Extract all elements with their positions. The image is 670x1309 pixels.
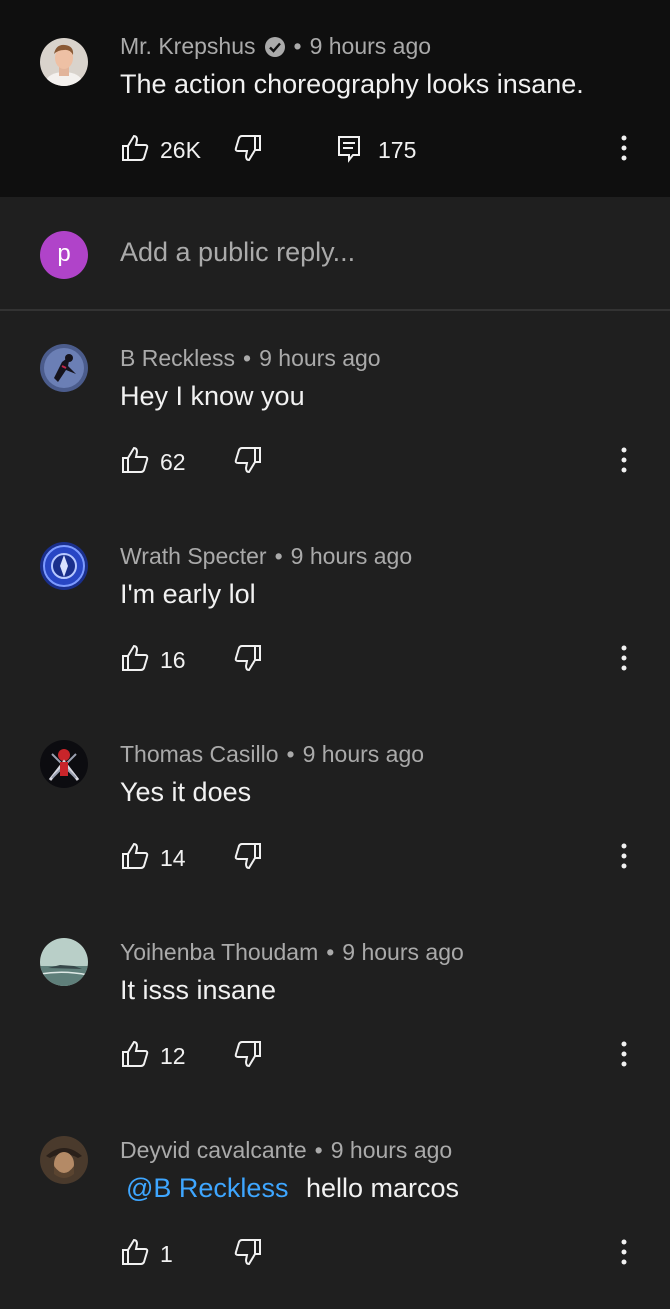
comment-meta: Wrath Specter • 9 hours ago xyxy=(120,543,412,570)
thumbs-down-icon xyxy=(233,133,263,168)
author-avatar[interactable] xyxy=(40,740,88,788)
author-avatar[interactable] xyxy=(40,542,88,590)
reply-input[interactable]: Add a public reply... xyxy=(120,237,355,268)
comment-time: 9 hours ago xyxy=(290,543,413,569)
like-button[interactable]: 12 xyxy=(120,1040,186,1072)
comment-icon xyxy=(334,133,364,168)
author-name[interactable]: Yoihenba Thoudam xyxy=(120,939,318,966)
reply-comment: Deyvid cavalcante • 9 hours ago @B Reckl… xyxy=(0,1103,670,1301)
dislike-button[interactable] xyxy=(233,1040,263,1072)
comment-text-body: hello marcos xyxy=(305,1173,460,1203)
comment-time: 9 hours ago xyxy=(302,741,425,767)
like-count: 14 xyxy=(160,844,186,871)
comment-meta: Mr. Krepshus • 9 hours ago xyxy=(120,33,431,60)
author-name[interactable]: Wrath Specter xyxy=(120,543,267,570)
author-name[interactable]: B Reckless xyxy=(120,345,235,372)
more-options-button[interactable] xyxy=(614,842,634,874)
author-name[interactable]: Deyvid cavalcante xyxy=(120,1137,307,1164)
user-mention-link[interactable]: @B Reckless xyxy=(126,1173,288,1203)
thumbs-down-icon xyxy=(233,643,263,678)
more-vert-icon xyxy=(621,447,627,478)
more-options-button[interactable] xyxy=(614,446,634,478)
author-avatar[interactable] xyxy=(40,938,88,986)
verified-icon xyxy=(264,36,286,58)
comment-actions: 14 xyxy=(120,842,660,874)
thumbs-up-icon xyxy=(120,841,150,876)
like-count: 12 xyxy=(160,1042,186,1069)
reply-comment: Thomas Casillo • 9 hours ago Yes it does… xyxy=(0,707,670,905)
comment-actions: 16 xyxy=(120,644,660,676)
top-comment: Mr. Krepshus • 9 hours ago The action ch… xyxy=(0,0,670,197)
comment-meta: Yoihenba Thoudam • 9 hours ago xyxy=(120,939,464,966)
more-vert-icon xyxy=(621,1041,627,1072)
like-button[interactable]: 14 xyxy=(120,842,186,874)
thumbs-down-icon xyxy=(233,1237,263,1272)
more-vert-icon xyxy=(621,843,627,874)
like-button[interactable]: 62 xyxy=(120,446,186,478)
like-button[interactable]: 26K xyxy=(120,134,201,166)
comment-text: The action choreography looks insane. xyxy=(120,69,584,99)
like-count: 1 xyxy=(160,1240,173,1267)
comment-meta: Deyvid cavalcante • 9 hours ago xyxy=(120,1137,452,1164)
reply-input-bar[interactable]: p Add a public reply... xyxy=(0,197,670,311)
thumbs-up-icon xyxy=(120,1237,150,1272)
more-vert-icon xyxy=(621,1239,627,1270)
comment-time: 9 hours ago xyxy=(330,1137,453,1163)
replies-button[interactable]: 175 xyxy=(334,134,416,166)
comment-actions: 1 xyxy=(120,1238,660,1270)
more-options-button[interactable] xyxy=(614,644,634,676)
author-avatar[interactable] xyxy=(40,38,88,86)
thumbs-up-icon xyxy=(120,445,150,480)
reply-count: 175 xyxy=(378,136,417,163)
comment-time: 9 hours ago xyxy=(259,345,381,371)
comment-text: Yes it does xyxy=(120,777,252,807)
separator: • xyxy=(314,1137,323,1163)
dislike-button[interactable] xyxy=(233,1238,263,1270)
comment-text: Hey I know you xyxy=(120,381,305,411)
thumbs-up-icon xyxy=(120,1039,150,1074)
thumbs-up-icon xyxy=(120,643,150,678)
like-count: 16 xyxy=(160,646,186,673)
comment-actions: 12 xyxy=(120,1040,660,1072)
separator: • xyxy=(293,33,302,59)
comment-meta: B Reckless • 9 hours ago xyxy=(120,345,381,372)
separator: • xyxy=(286,741,295,767)
dislike-button[interactable] xyxy=(233,644,263,676)
like-count: 62 xyxy=(160,448,186,475)
more-options-button[interactable] xyxy=(614,1040,634,1072)
thumbs-down-icon xyxy=(233,841,263,876)
comment-meta: Thomas Casillo • 9 hours ago xyxy=(120,741,424,768)
separator: • xyxy=(243,345,252,371)
dislike-button[interactable] xyxy=(233,134,263,166)
reply-comment: Wrath Specter • 9 hours ago I'm early lo… xyxy=(0,509,670,707)
thumbs-down-icon xyxy=(233,1039,263,1074)
comment-text: @B Reckless hello marcos xyxy=(120,1173,459,1204)
separator: • xyxy=(326,939,335,965)
comment-time: 9 hours ago xyxy=(309,33,432,59)
author-name[interactable]: Mr. Krepshus xyxy=(120,33,256,60)
like-count: 26K xyxy=(160,136,201,163)
reply-comment: Yoihenba Thoudam • 9 hours ago It isss i… xyxy=(0,905,670,1103)
comment-actions: 62 xyxy=(120,446,660,478)
more-vert-icon xyxy=(621,135,627,166)
more-vert-icon xyxy=(621,645,627,676)
reply-comment: B Reckless • 9 hours ago Hey I know you … xyxy=(0,311,670,509)
dislike-button[interactable] xyxy=(233,842,263,874)
comment-actions: 26K 175 xyxy=(120,134,660,166)
author-name[interactable]: Thomas Casillo xyxy=(120,741,279,768)
author-avatar[interactable] xyxy=(40,1136,88,1184)
author-avatar[interactable] xyxy=(40,344,88,392)
more-options-button[interactable] xyxy=(614,1238,634,1270)
thumbs-down-icon xyxy=(233,445,263,480)
user-avatar: p xyxy=(40,231,88,279)
dislike-button[interactable] xyxy=(233,446,263,478)
more-options-button[interactable] xyxy=(614,134,634,166)
thumbs-up-icon xyxy=(120,133,150,168)
like-button[interactable]: 16 xyxy=(120,644,186,676)
separator: • xyxy=(274,543,283,569)
comment-text: I'm early lol xyxy=(120,579,256,609)
like-button[interactable]: 1 xyxy=(120,1238,173,1270)
comment-text: It isss insane xyxy=(120,975,277,1005)
comment-time: 9 hours ago xyxy=(342,939,464,965)
